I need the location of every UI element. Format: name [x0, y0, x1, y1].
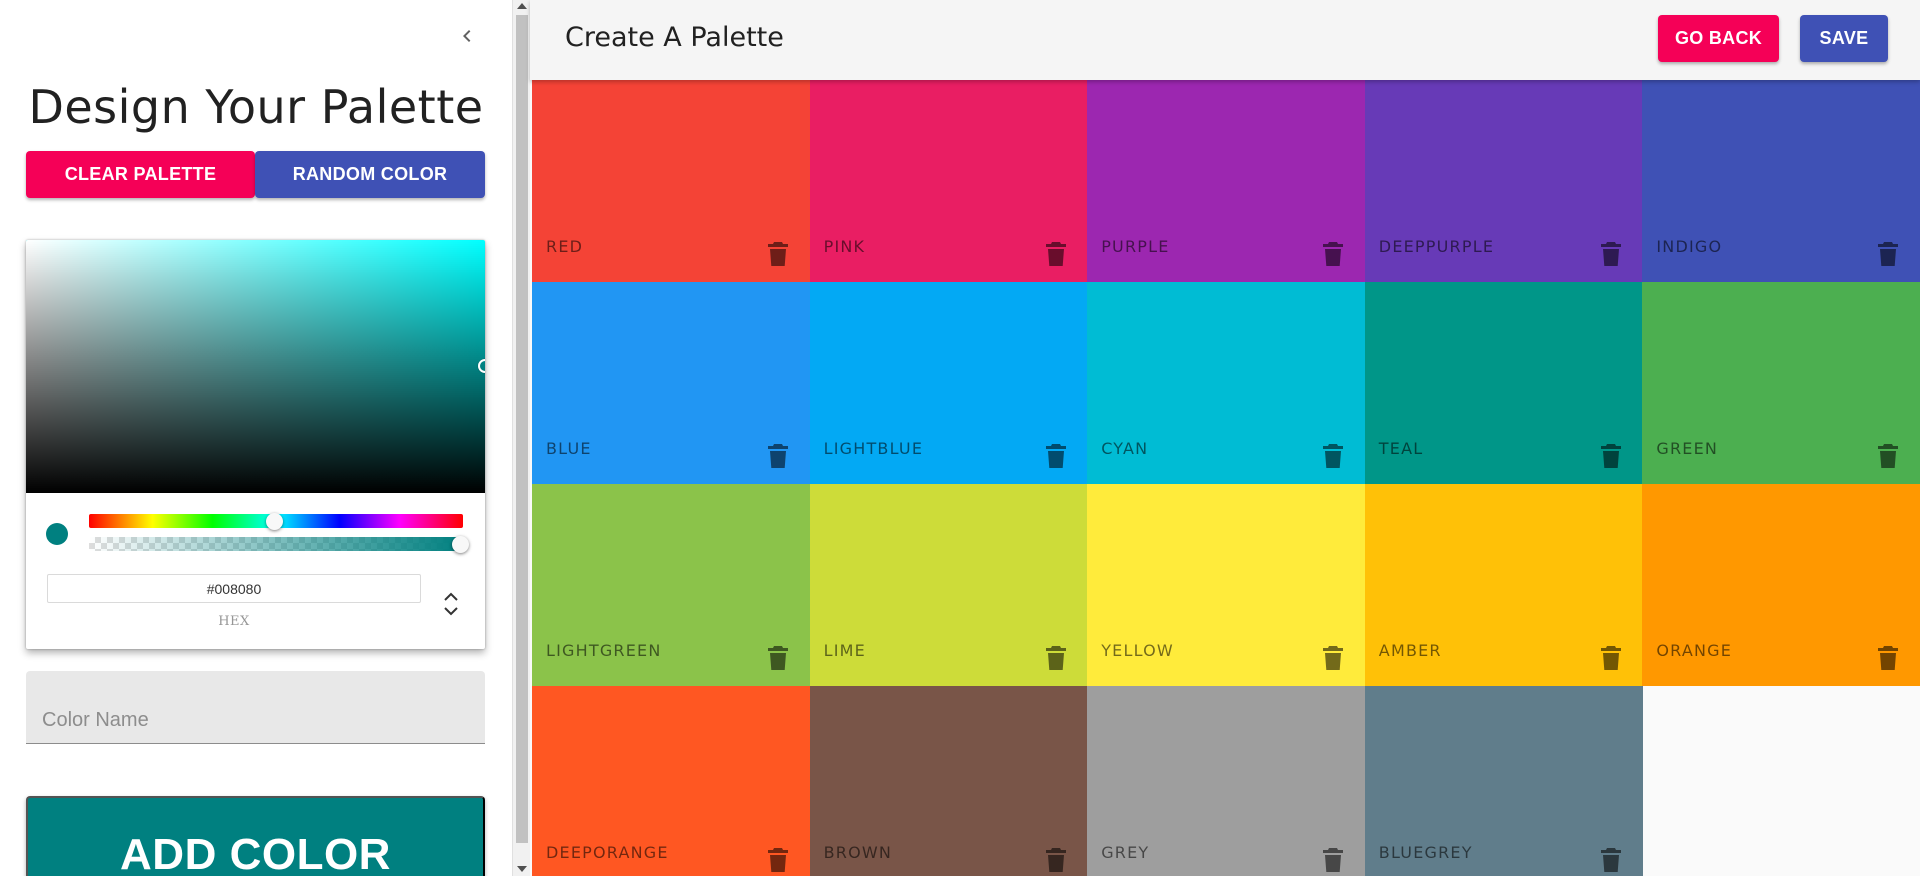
color-box-label: amber	[1378, 641, 1442, 660]
color-name-field	[26, 671, 485, 744]
trash-icon[interactable]	[1878, 444, 1899, 468]
trash-icon[interactable]	[768, 444, 788, 468]
color-box-label: indigo	[1656, 237, 1723, 256]
palette-grid: red pink purple deeppurple indigo blue lightbl…	[532, 80, 1920, 876]
color-box[interactable]: grey	[1087, 686, 1366, 876]
color-box-label: lightgreen	[546, 641, 662, 660]
color-box-label: lime	[823, 641, 866, 660]
color-box-label: bluegrey	[1378, 843, 1473, 862]
alpha-slider-thumb[interactable]	[452, 536, 469, 553]
trash-icon[interactable]	[1323, 242, 1344, 266]
color-box-label: teal	[1378, 439, 1424, 458]
color-box-label: blue	[546, 439, 592, 458]
drawer-scrollbar[interactable]	[512, 0, 530, 876]
color-box[interactable]: brown	[809, 686, 1088, 876]
color-box-label: deeppurple	[1378, 237, 1495, 256]
color-box-label: pink	[823, 237, 866, 256]
drawer-button-row: CLEAR PALETTE RANDOM COLOR	[26, 151, 485, 198]
color-box[interactable]: bluegrey	[1364, 686, 1643, 876]
chevron-left-icon[interactable]	[455, 24, 479, 48]
trash-icon[interactable]	[1600, 848, 1621, 872]
current-color-swatch	[46, 523, 68, 545]
trash-icon[interactable]	[1045, 242, 1066, 266]
color-box-label: deeporange	[546, 843, 669, 862]
color-box[interactable]: purple	[1087, 80, 1366, 282]
saturation-cursor[interactable]	[478, 359, 485, 373]
hue-slider-thumb[interactable]	[266, 513, 283, 530]
trash-icon[interactable]	[1600, 646, 1621, 670]
color-box-label: lightblue	[823, 439, 924, 458]
color-box[interactable]: yellow	[1087, 484, 1366, 686]
alpha-slider[interactable]	[89, 537, 463, 551]
color-box[interactable]: deeppurple	[1364, 80, 1643, 282]
color-picker: HEX	[26, 240, 485, 649]
color-box[interactable]: red	[532, 80, 810, 282]
palette-drawer: Design Your Palette CLEAR PALETTE RANDOM…	[0, 0, 512, 876]
color-box[interactable]: deeporange	[532, 686, 810, 876]
scroll-down-arrow-icon[interactable]	[517, 866, 527, 872]
color-box-label: purple	[1101, 237, 1170, 256]
trash-icon[interactable]	[1323, 646, 1344, 670]
trash-icon[interactable]	[1045, 848, 1066, 872]
random-color-button[interactable]: RANDOM COLOR	[255, 151, 485, 198]
drawer-title: Design Your Palette	[28, 80, 484, 134]
app-bar: Create A Palette GO BACK SAVE	[530, 0, 1920, 80]
go-back-button[interactable]: GO BACK	[1658, 15, 1779, 62]
color-box-label: yellow	[1101, 641, 1174, 660]
color-box[interactable]: pink	[809, 80, 1088, 282]
color-box-label: green	[1656, 439, 1719, 458]
color-box-label: orange	[1656, 641, 1733, 660]
color-box[interactable]: lightblue	[809, 282, 1088, 484]
trash-icon[interactable]	[768, 646, 788, 670]
color-box[interactable]: indigo	[1642, 80, 1920, 282]
trash-icon[interactable]	[1323, 444, 1344, 468]
trash-icon[interactable]	[1600, 444, 1621, 468]
scroll-up-arrow-icon[interactable]	[517, 3, 527, 9]
color-box-label: red	[546, 237, 584, 256]
page-title: Create A Palette	[565, 22, 784, 53]
trash-icon[interactable]	[1878, 242, 1899, 266]
app-root: Design Your Palette CLEAR PALETTE RANDOM…	[0, 0, 1920, 876]
color-box[interactable]: lime	[809, 484, 1088, 686]
unfold-icon[interactable]	[441, 590, 461, 618]
color-box[interactable]: blue	[532, 282, 810, 484]
trash-icon[interactable]	[768, 242, 788, 266]
trash-icon[interactable]	[1878, 646, 1899, 670]
color-box[interactable]: amber	[1364, 484, 1643, 686]
color-box[interactable]: teal	[1364, 282, 1643, 484]
color-box-label: cyan	[1101, 439, 1149, 458]
add-color-button[interactable]: ADD COLOR	[26, 796, 485, 876]
trash-icon[interactable]	[1600, 242, 1621, 266]
save-button[interactable]: SAVE	[1800, 15, 1888, 62]
trash-icon[interactable]	[1323, 848, 1344, 872]
trash-icon[interactable]	[1045, 444, 1066, 468]
color-box[interactable]: orange	[1642, 484, 1920, 686]
trash-icon[interactable]	[768, 848, 788, 872]
scrollbar-thumb[interactable]	[516, 15, 528, 843]
saturation-area[interactable]	[26, 240, 485, 493]
clear-palette-button[interactable]: CLEAR PALETTE	[26, 151, 255, 198]
color-name-input[interactable]	[42, 706, 462, 734]
hex-label: HEX	[218, 614, 250, 629]
color-box[interactable]: cyan	[1087, 282, 1366, 484]
color-box-label: brown	[823, 843, 893, 862]
color-box[interactable]: green	[1642, 282, 1920, 484]
hex-input[interactable]	[47, 574, 421, 603]
color-box[interactable]: lightgreen	[532, 484, 810, 686]
color-box-label: grey	[1101, 843, 1150, 862]
trash-icon[interactable]	[1045, 646, 1066, 670]
